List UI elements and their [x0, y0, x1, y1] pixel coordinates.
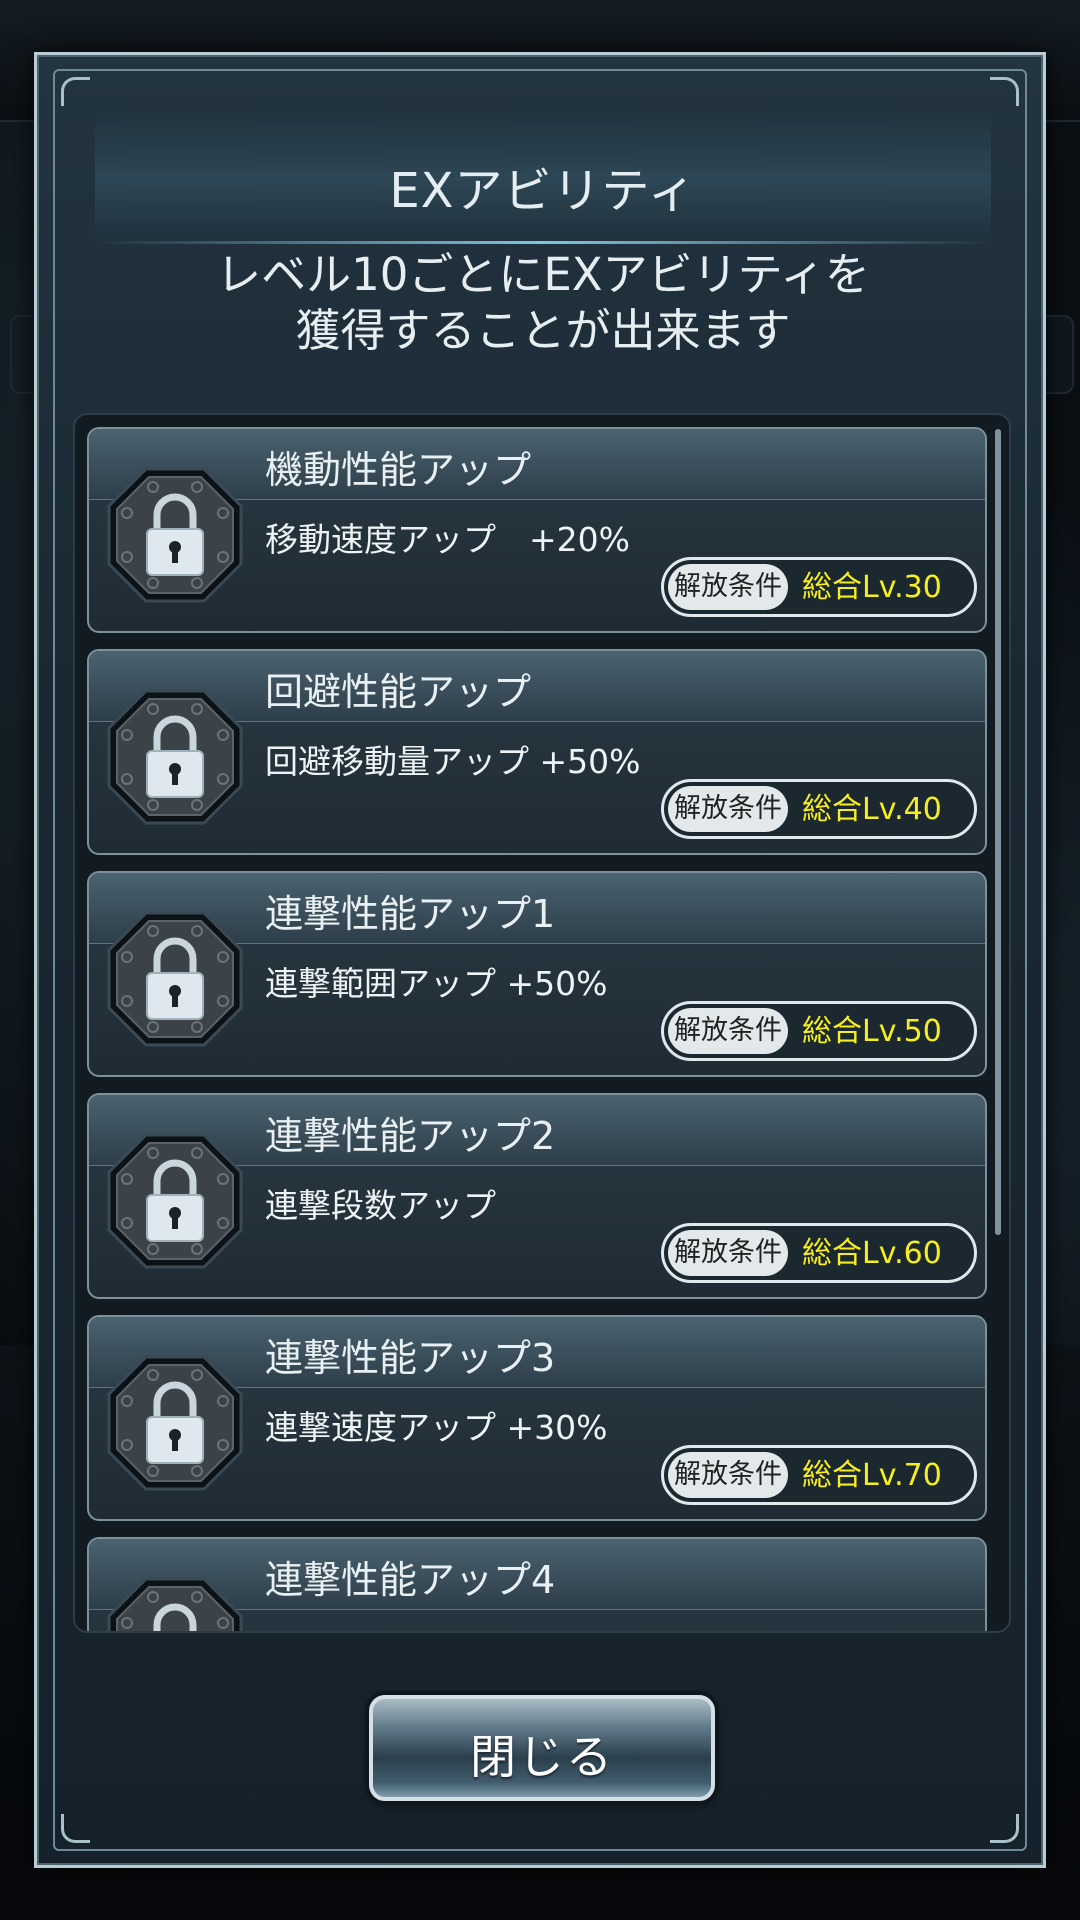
- ability-description: 回避移動量アップ +50%: [265, 742, 641, 781]
- unlock-condition-value: 総合Lv.50: [802, 1014, 942, 1049]
- ability-card[interactable]: 機動性能アップ 移動速度アップ +20% 解放条件 総合Lv.30: [87, 427, 987, 633]
- frame-corner: [990, 1814, 1019, 1843]
- ability-name: 連撃性能アップ2: [265, 1114, 556, 1158]
- ability-description: 連撃速度アップ +30%: [265, 1408, 608, 1447]
- ability-name: 連撃性能アップ3: [265, 1336, 556, 1380]
- ability-card[interactable]: 連撃性能アップ2 連撃段数アップ 解放条件 総合Lv.60: [87, 1093, 987, 1299]
- ability-name: 連撃性能アップ1: [265, 892, 556, 936]
- ability-card[interactable]: 連撃性能アップ4: [87, 1537, 987, 1631]
- lock-icon: [107, 1133, 243, 1269]
- unlock-condition-value: 総合Lv.70: [802, 1458, 942, 1493]
- ability-list-content: 機動性能アップ 移動速度アップ +20% 解放条件 総合Lv.30 回避性能アッ…: [87, 427, 987, 1631]
- unlock-condition-value: 総合Lv.30: [802, 570, 942, 605]
- frame-corner: [990, 77, 1019, 106]
- ability-card[interactable]: 連撃性能アップ3 連撃速度アップ +30% 解放条件 総合Lv.70: [87, 1315, 987, 1521]
- unlock-condition: 解放条件 総合Lv.50: [661, 1001, 977, 1061]
- unlock-condition: 解放条件 総合Lv.40: [661, 779, 977, 839]
- unlock-condition-value: 総合Lv.60: [802, 1236, 942, 1271]
- frame-corner: [61, 77, 90, 106]
- unlock-condition: 解放条件 総合Lv.30: [661, 557, 977, 617]
- ability-name: 回避性能アップ: [265, 670, 532, 714]
- ability-card[interactable]: 連撃性能アップ1 連撃範囲アップ +50% 解放条件 総合Lv.50: [87, 871, 987, 1077]
- ability-description: 連撃範囲アップ +50%: [265, 964, 608, 1003]
- description-line-1: レベル10ごとにEXアビリティを: [216, 248, 870, 301]
- ability-list[interactable]: 機動性能アップ 移動速度アップ +20% 解放条件 総合Lv.30 回避性能アッ…: [73, 413, 1011, 1633]
- unlock-condition-value: 総合Lv.40: [802, 792, 942, 827]
- dialog-title: EXアビリティ: [389, 163, 697, 219]
- ability-card[interactable]: 回避性能アップ 回避移動量アップ +50% 解放条件 総合Lv.40: [87, 649, 987, 855]
- ability-name: 機動性能アップ: [265, 448, 532, 492]
- unlock-condition: 解放条件 総合Lv.60: [661, 1223, 977, 1283]
- lock-icon: [107, 1355, 243, 1491]
- lock-icon: [107, 1577, 243, 1631]
- description-line-2: 獲得することが出来ます: [295, 304, 791, 357]
- lock-icon: [107, 689, 243, 825]
- dialog-description: レベル10ごとにEXアビリティを 獲得することが出来ます: [97, 247, 989, 359]
- ex-ability-dialog: EXアビリティ レベル10ごとにEXアビリティを 獲得することが出来ます 機動性…: [34, 52, 1046, 1868]
- close-button-label: 閉じる: [470, 1730, 614, 1784]
- unlock-condition-label: 解放条件: [668, 786, 788, 832]
- ability-name: 連撃性能アップ4: [265, 1558, 556, 1602]
- dialog-title-bar: EXアビリティ: [95, 115, 991, 244]
- lock-icon: [107, 467, 243, 603]
- scrollbar[interactable]: [995, 429, 1001, 1235]
- close-button[interactable]: 閉じる: [369, 1695, 715, 1801]
- frame-corner: [61, 1814, 90, 1843]
- ability-description: 移動速度アップ +20%: [265, 520, 630, 559]
- unlock-condition-label: 解放条件: [668, 1008, 788, 1054]
- ability-description: 連撃段数アップ: [265, 1186, 496, 1225]
- unlock-condition-label: 解放条件: [668, 1230, 788, 1276]
- unlock-condition-label: 解放条件: [668, 1452, 788, 1498]
- unlock-condition: 解放条件 総合Lv.70: [661, 1445, 977, 1505]
- unlock-condition-label: 解放条件: [668, 564, 788, 610]
- lock-icon: [107, 911, 243, 1047]
